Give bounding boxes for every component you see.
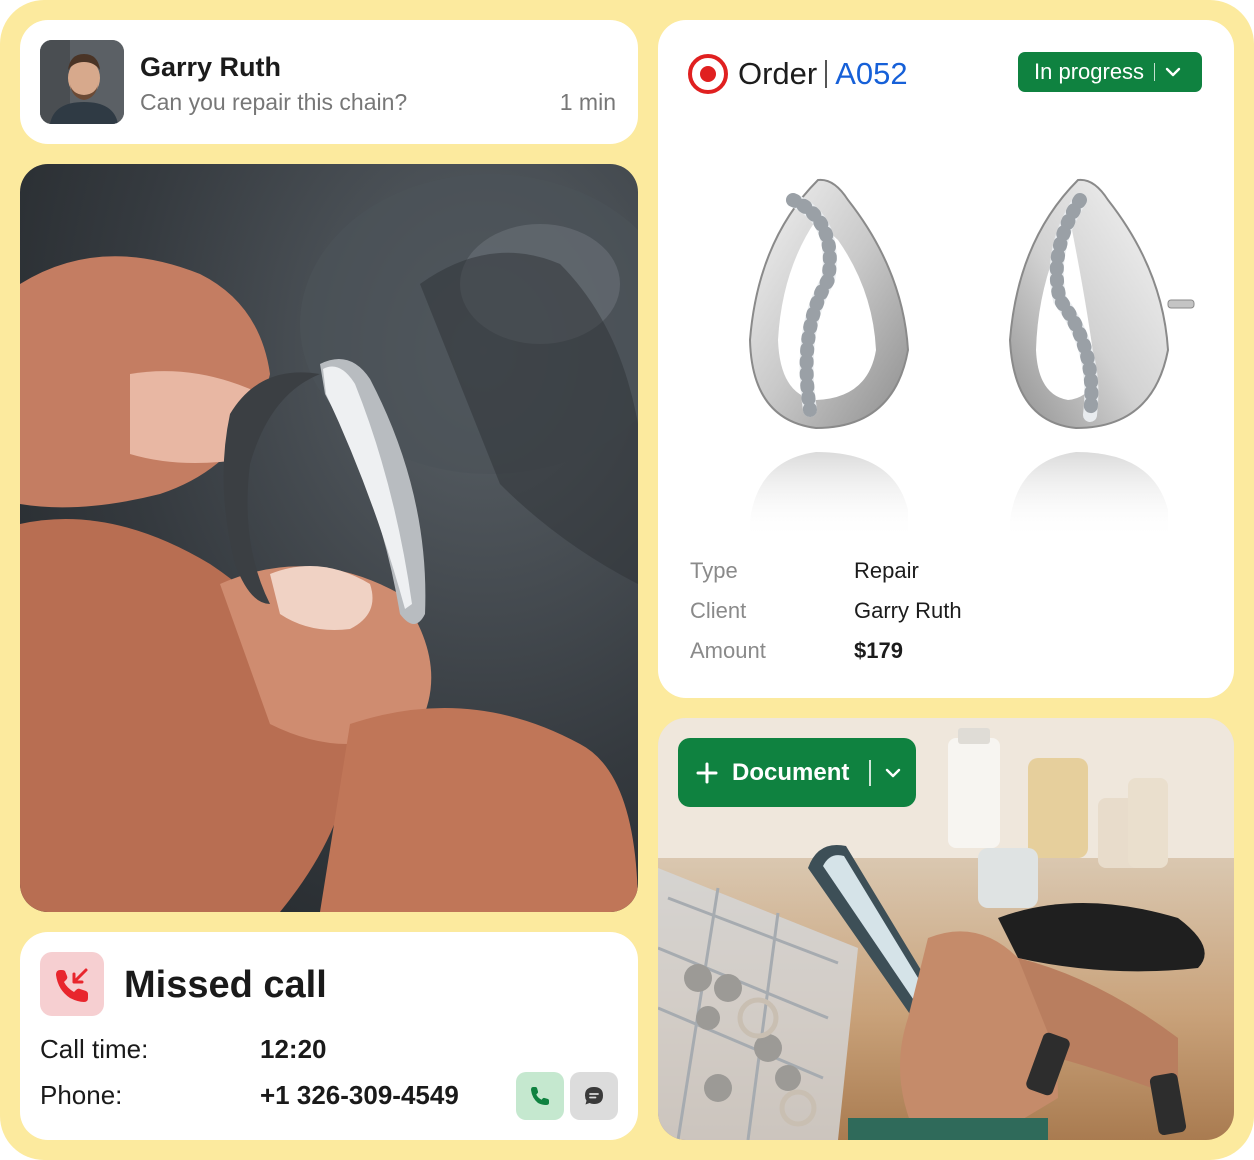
detail-row-client: Client Garry Ruth	[690, 598, 1210, 638]
document-divider	[869, 759, 872, 786]
chevron-down-icon[interactable]	[1163, 62, 1183, 82]
order-details: Type Repair Client Garry Ruth Amount $17…	[690, 558, 1210, 678]
order-card: Order A052 In progress Type Repair Clien…	[658, 20, 1234, 698]
status-divider	[1154, 63, 1156, 81]
detail-value: Repair	[854, 558, 919, 583]
add-document-button[interactable]: Document	[678, 738, 916, 807]
chat-icon	[582, 1084, 606, 1108]
detail-value: Garry Ruth	[854, 598, 962, 623]
phone-value[interactable]: +1 326-309-4549	[260, 1080, 459, 1111]
call-time-label: Call time:	[40, 1034, 149, 1064]
message-button[interactable]	[570, 1072, 618, 1120]
jewelry-repair-photo	[20, 164, 638, 912]
earrings-image	[698, 160, 1198, 540]
call-time-value: 12:20	[260, 1034, 327, 1064]
plus-icon	[696, 762, 718, 784]
avatar	[40, 40, 124, 124]
call-title: Missed call	[124, 964, 327, 1006]
message-time: 1 min	[559, 89, 616, 115]
missed-call-card: Missed call Call time: 12:20 Phone: +1 3…	[20, 932, 638, 1140]
message-card[interactable]: Garry Ruth Can you repair this chain? 1 …	[20, 20, 638, 144]
order-header: Order A052	[688, 54, 908, 94]
sender-name: Garry Ruth	[140, 52, 282, 82]
status-dropdown[interactable]: In progress	[1018, 52, 1202, 92]
target-icon	[688, 54, 728, 94]
order-id[interactable]: A052	[835, 56, 907, 92]
phone-label: Phone:	[40, 1080, 123, 1110]
call-back-button[interactable]	[516, 1072, 564, 1120]
detail-label: Client	[690, 598, 747, 623]
detail-label: Type	[690, 558, 738, 583]
status-label: In progress	[1034, 59, 1145, 84]
missed-call-icon	[40, 952, 104, 1016]
message-preview: Can you repair this chain?	[140, 89, 408, 115]
order-label: Order	[738, 56, 818, 91]
detail-row-amount: Amount $179	[690, 638, 1210, 678]
chevron-down-icon[interactable]	[883, 763, 903, 783]
detail-label: Amount	[690, 638, 766, 663]
detail-row-type: Type Repair	[690, 558, 1210, 598]
order-divider	[825, 60, 828, 88]
detail-value: $179	[854, 638, 903, 663]
document-label: Document	[732, 758, 850, 786]
phone-icon	[528, 1084, 552, 1108]
